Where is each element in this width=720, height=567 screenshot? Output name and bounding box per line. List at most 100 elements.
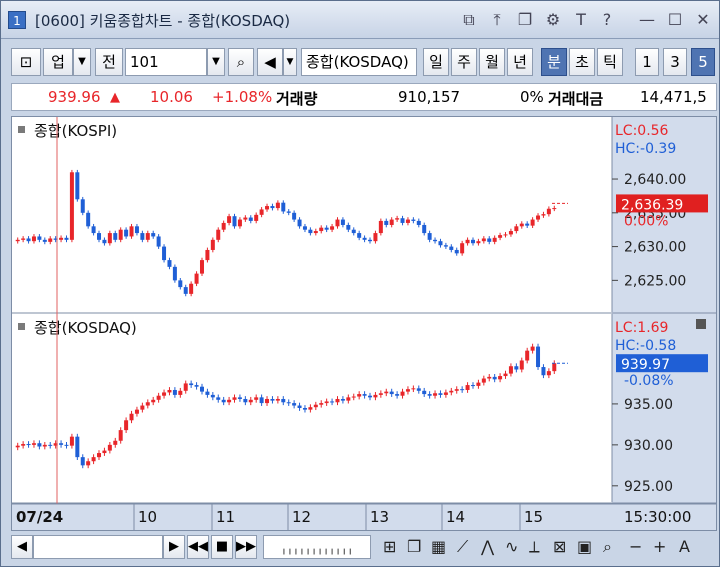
hc-label: HC:-0.39: [615, 141, 676, 157]
trendline-icon[interactable]: ⟋: [457, 537, 468, 557]
candle-body: [118, 430, 123, 441]
time-tick-label: 07/24: [16, 508, 63, 526]
candle-body: [302, 408, 307, 410]
lock-icon[interactable]: ⊠: [553, 537, 566, 557]
text-tool-icon[interactable]: A: [679, 537, 690, 557]
market-dropdown-icon[interactable]: ▼: [73, 48, 91, 76]
candle-body: [167, 389, 172, 393]
candle-body: [151, 233, 156, 237]
candle-body: [232, 216, 237, 227]
market-button[interactable]: 업: [43, 48, 73, 76]
interval-button[interactable]: 5: [691, 48, 715, 76]
pattern-icon[interactable]: ▦: [431, 537, 446, 557]
copy-window-icon[interactable]: ❐: [515, 10, 535, 30]
candle-body: [281, 202, 286, 212]
candle-body: [460, 389, 465, 391]
interval-button[interactable]: 3: [663, 48, 687, 76]
code-input[interactable]: 101: [125, 48, 207, 76]
period-button[interactable]: 분: [541, 48, 567, 76]
candle-body: [15, 445, 20, 448]
time-tick-label: 14: [446, 508, 465, 526]
period-button[interactable]: 초: [569, 48, 595, 76]
screenshot-icon[interactable]: ▣: [577, 537, 592, 557]
candle-body: [330, 401, 335, 403]
index-name-field[interactable]: 종합(KOSDAQ): [301, 48, 417, 76]
font-icon[interactable]: T: [571, 10, 591, 30]
period-button[interactable]: 월: [479, 48, 505, 76]
navigation-bar: ◀ ▶ ◀◀ ■ ▶▶ ╷╷╷╷╷╷╷╷╷╷╷╷ ⊞ ❐ ▦ ⟋ ⋀ ∿ ⟂ ⊠…: [11, 533, 717, 561]
candle-body: [64, 444, 69, 446]
candle-body: [297, 219, 302, 227]
candle-body: [514, 226, 519, 232]
period-button[interactable]: 일: [423, 48, 449, 76]
play-icon[interactable]: ▶: [163, 535, 185, 559]
pin-top-icon[interactable]: ⤒: [487, 10, 507, 30]
candle-body: [541, 214, 546, 216]
candle-body: [292, 212, 297, 220]
zoom-in-icon[interactable]: +: [653, 537, 666, 557]
minimize-icon[interactable]: —: [637, 10, 657, 30]
candle-body: [351, 229, 356, 234]
candle-body: [237, 397, 242, 399]
layout-split-icon[interactable]: ⊞: [383, 537, 396, 557]
code-dropdown-icon[interactable]: ▼: [207, 48, 225, 76]
interval-button[interactable]: 1: [635, 48, 659, 76]
fast-forward-icon[interactable]: ▶▶: [235, 535, 257, 559]
maximize-icon[interactable]: ☐: [665, 10, 685, 30]
zoom-slider[interactable]: ╷╷╷╷╷╷╷╷╷╷╷╷: [263, 535, 371, 559]
candle-body: [210, 239, 215, 250]
chart-area[interactable]: 종합(KOSPI) LC:0.56 HC:-0.39 2,640.00 2,635.00…: [11, 116, 717, 531]
candle-body: [199, 386, 204, 392]
candle-body: [270, 398, 275, 401]
candle-body: [270, 206, 275, 209]
settings-icon[interactable]: ⚙: [543, 10, 563, 30]
prev-button[interactable]: 전: [95, 48, 123, 76]
close-icon[interactable]: ✕: [693, 10, 713, 30]
candle-body: [308, 229, 313, 234]
candle-body: [189, 383, 194, 386]
period-button[interactable]: 주: [451, 48, 477, 76]
search-icon[interactable]: ⌕: [228, 48, 254, 76]
candle-body: [221, 399, 226, 403]
chart-canvas[interactable]: 종합(KOSPI) LC:0.56HC:-0.392,640.002,635.00…: [12, 117, 716, 530]
candle-body: [508, 231, 513, 235]
candle-body: [199, 260, 204, 274]
title-bar[interactable]: 1 [0600] 키움종합차트 - 종합(KOSDAQ) ⧉ ⤒ ❐ ⚙ T ?…: [1, 1, 719, 39]
chart-window: 1 [0600] 키움종합차트 - 종합(KOSDAQ) ⧉ ⤒ ❐ ⚙ T ?…: [0, 0, 720, 567]
candle-body: [107, 233, 112, 244]
wave-icon[interactable]: ∿: [505, 537, 518, 557]
magnifier-zoom-icon[interactable]: ⌕: [603, 537, 612, 557]
up-arrow-icon: ▲: [110, 90, 120, 105]
candle-body: [15, 239, 20, 242]
link-icon[interactable]: ⧉: [459, 10, 479, 30]
candle-body: [487, 376, 492, 379]
window-tile-icon[interactable]: ❐: [407, 537, 421, 557]
candle-body: [335, 219, 340, 227]
candle-body: [216, 229, 221, 240]
help-icon[interactable]: ?: [597, 10, 617, 30]
scroll-left-icon[interactable]: ◀: [11, 535, 33, 559]
stop-icon[interactable]: ■: [211, 535, 233, 559]
line-tool-icon[interactable]: ⟂: [529, 537, 540, 557]
candle-body: [124, 420, 129, 431]
layout-toggle-icon[interactable]: ⊡: [11, 48, 41, 76]
zigzag-icon[interactable]: ⋀: [481, 537, 494, 557]
rewind-icon[interactable]: ◀◀: [187, 535, 209, 559]
candle-body: [476, 382, 481, 386]
period-button[interactable]: 년: [507, 48, 533, 76]
candle-body: [259, 397, 264, 404]
period-button[interactable]: 틱: [597, 48, 623, 76]
candle-body: [536, 346, 541, 368]
zoom-out-icon[interactable]: −: [629, 537, 642, 557]
volume-pct: 0%: [520, 88, 544, 106]
tick-label: 2,640.00: [624, 172, 686, 188]
candle-body: [308, 407, 313, 410]
candle-body: [113, 233, 118, 240]
speaker-icon[interactable]: ◀: [257, 48, 283, 76]
quote-bar: 939.96 ▲ 10.06 +1.08% 거래량 910,157 0% 거래대…: [11, 83, 717, 111]
scroll-track[interactable]: [33, 535, 163, 559]
current-pct-label: 0.00%: [624, 213, 668, 229]
price-change-pct: +1.08%: [212, 88, 273, 106]
candle-body: [400, 391, 405, 396]
speaker-dropdown-icon[interactable]: ▼: [283, 48, 297, 76]
